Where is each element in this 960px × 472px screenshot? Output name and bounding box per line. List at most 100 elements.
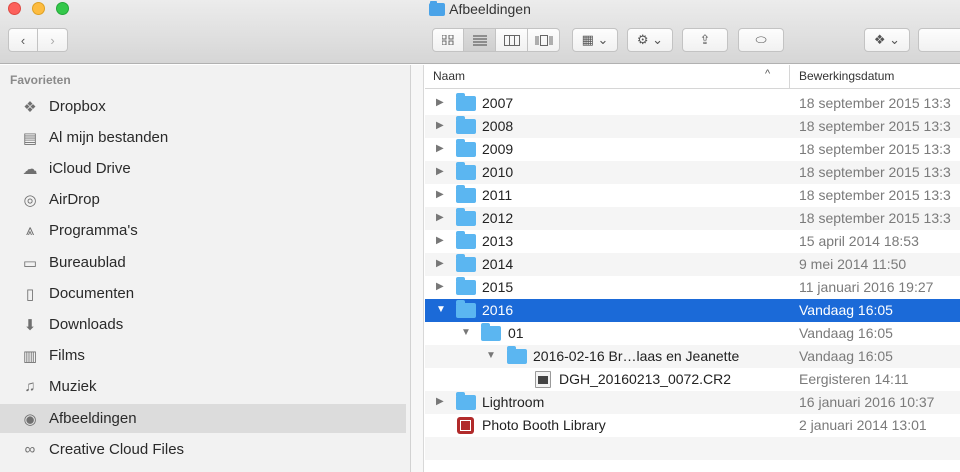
file-name: Photo Booth Library [482, 417, 606, 433]
list-row[interactable]: DGH_20160213_0072.CR2 Eergisteren 14:11 [425, 368, 960, 391]
list-row[interactable]: ▶ 2015 11 januari 2016 19:27 [425, 276, 960, 299]
file-name: 2015 [482, 279, 514, 295]
share-icon: ⇪ [699, 32, 711, 47]
disclosure-triangle-icon[interactable]: ▶ [436, 97, 448, 109]
list-row[interactable]: ▶ 2007 18 september 2015 13:3 [425, 92, 960, 115]
folder-icon [456, 254, 476, 272]
sidebar-item-all-files[interactable]: ▤ Al mijn bestanden [0, 123, 406, 152]
sidebar-item-label: Downloads [49, 316, 124, 333]
modified-date: 18 september 2015 13:3 [799, 95, 951, 111]
sidebar-item-label: Al mijn bestanden [49, 129, 169, 146]
list-row[interactable]: ▶ 2013 15 april 2014 18:53 [425, 230, 960, 253]
column-view-button[interactable] [496, 28, 528, 52]
disclosure-triangle-icon[interactable]: ▼ [436, 304, 448, 316]
pictures-folder-icon [429, 1, 446, 16]
tag-icon: ⬭ [755, 32, 767, 47]
disclosure-triangle-icon[interactable]: ▶ [436, 143, 448, 155]
modified-date: 11 januari 2016 19:27 [799, 279, 934, 295]
list-row[interactable]: Photo Booth Library 2 januari 2014 13:01 [425, 414, 960, 437]
modified-date: Vandaag 16:05 [799, 348, 893, 364]
share-button[interactable]: ⇪ [682, 28, 728, 52]
list-row-selected[interactable]: ▼ 2016 Vandaag 16:05 [425, 299, 960, 322]
desktop-icon: ▭ [22, 254, 38, 272]
modified-date: Eergisteren 14:11 [799, 371, 909, 387]
window-title-text: Afbeeldingen [449, 1, 531, 17]
dropbox-toolbar-button[interactable]: ❖ ⌄ [864, 28, 910, 52]
column-header-date[interactable]: Bewerkingsdatum [799, 69, 894, 83]
list-row[interactable]: ▶ 2014 9 mei 2014 11:50 [425, 253, 960, 276]
disclosure-triangle-icon[interactable]: ▶ [436, 258, 448, 270]
disclosure-triangle-icon[interactable]: ▶ [436, 281, 448, 293]
sidebar-item-airdrop[interactable]: ◎ AirDrop [0, 185, 406, 214]
sidebar-item-documents[interactable]: ▯ Documenten [0, 279, 406, 308]
sidebar-item-label: AirDrop [49, 191, 100, 208]
list-row[interactable]: ▶ Lightroom 16 januari 2016 10:37 [425, 391, 960, 414]
music-icon: ♫ [24, 378, 36, 395]
folder-icon [507, 346, 527, 364]
search-field[interactable] [918, 28, 960, 52]
disclosure-triangle-icon[interactable]: ▶ [436, 396, 448, 408]
gear-icon: ⚙ ⌄ [636, 32, 664, 47]
sidebar: Favorieten ❖ Dropbox ▤ Al mijn bestanden… [0, 65, 411, 472]
list-row[interactable]: ▶ 2009 18 september 2015 13:3 [425, 138, 960, 161]
tag-button[interactable]: ⬭ [738, 28, 784, 52]
disclosure-triangle-icon[interactable]: ▼ [461, 327, 473, 339]
modified-date: 18 september 2015 13:3 [799, 141, 951, 157]
sidebar-item-applications[interactable]: ⩓ Programma's [0, 216, 406, 245]
sidebar-item-pictures[interactable]: ◉ Afbeeldingen [0, 404, 406, 433]
modified-date: 18 september 2015 13:3 [799, 210, 951, 226]
list-row[interactable]: ▶ 2010 18 september 2015 13:3 [425, 161, 960, 184]
file-name: DGH_20160213_0072.CR2 [559, 371, 732, 387]
modified-date: 18 september 2015 13:3 [799, 164, 951, 180]
sidebar-scrollbar[interactable] [411, 65, 424, 472]
list-row[interactable]: ▶ 2011 18 september 2015 13:3 [425, 184, 960, 207]
window-title: Afbeeldingen [0, 1, 960, 17]
disclosure-triangle-icon[interactable]: ▼ [486, 350, 498, 362]
column-divider[interactable] [789, 65, 790, 89]
back-button[interactable]: ‹ [8, 28, 38, 52]
sidebar-item-desktop[interactable]: ▭ Bureaublad [0, 248, 406, 277]
disclosure-triangle-icon[interactable]: ▶ [436, 189, 448, 201]
arrange-menu-button[interactable]: ▦ ⌄ [572, 28, 618, 52]
disclosure-triangle-icon[interactable]: ▶ [436, 120, 448, 132]
folder-icon [456, 162, 476, 180]
action-menu-button[interactable]: ⚙ ⌄ [627, 28, 673, 52]
sidebar-item-music[interactable]: ♫ Muziek [0, 372, 406, 401]
icon-view-button[interactable] [432, 28, 464, 52]
sidebar-item-label: Documenten [49, 285, 135, 302]
photo-booth-library-icon [457, 417, 474, 434]
disclosure-triangle-icon[interactable]: ▶ [436, 235, 448, 247]
column-view-icon [503, 34, 520, 46]
sidebar-item-icloud-drive[interactable]: ☁ iCloud Drive [0, 154, 406, 183]
sidebar-item-films[interactable]: ▥ Films [0, 341, 406, 370]
cover-flow-button[interactable] [528, 28, 560, 52]
modified-date: 16 januari 2016 10:37 [799, 394, 935, 410]
dropbox-icon: ❖ [23, 98, 37, 116]
sidebar-item-dropbox[interactable]: ❖ Dropbox [0, 92, 406, 121]
forward-button[interactable]: › [38, 28, 68, 52]
list-row[interactable]: ▶ 2012 18 september 2015 13:3 [425, 207, 960, 230]
file-name: 2008 [482, 118, 514, 134]
list-row[interactable]: ▶ 2008 18 september 2015 13:3 [425, 115, 960, 138]
cloud-icon: ☁ [22, 160, 38, 178]
sidebar-item-label: Bureaublad [49, 254, 126, 271]
folder-icon [456, 93, 476, 111]
disclosure-triangle-icon[interactable]: ▶ [436, 212, 448, 224]
list-row[interactable]: ▼ 2016-02-16 Br…laas en Jeanette Vandaag… [425, 345, 960, 368]
sidebar-item-label: Films [49, 347, 85, 364]
folder-icon [456, 392, 476, 410]
sidebar-item-creative-cloud[interactable]: ∞ Creative Cloud Files [0, 435, 406, 464]
file-name: 2007 [482, 95, 514, 111]
list-view-button[interactable] [464, 28, 496, 52]
column-header-name[interactable]: Naam [433, 69, 465, 83]
chevron-right-icon: › [50, 32, 55, 48]
list-row[interactable]: ▼ 01 Vandaag 16:05 [425, 322, 960, 345]
all-files-icon: ▤ [22, 129, 38, 147]
disclosure-triangle-icon[interactable]: ▶ [436, 166, 448, 178]
sidebar-item-label: Muziek [49, 378, 97, 395]
file-name: 2010 [482, 164, 514, 180]
sort-ascending-icon[interactable]: ^ [765, 68, 770, 80]
airdrop-icon: ◎ [23, 191, 37, 209]
file-list: Naam ^ Bewerkingsdatum ▶ 2007 18 septemb… [425, 65, 960, 472]
sidebar-item-downloads[interactable]: ⬇ Downloads [0, 310, 406, 339]
